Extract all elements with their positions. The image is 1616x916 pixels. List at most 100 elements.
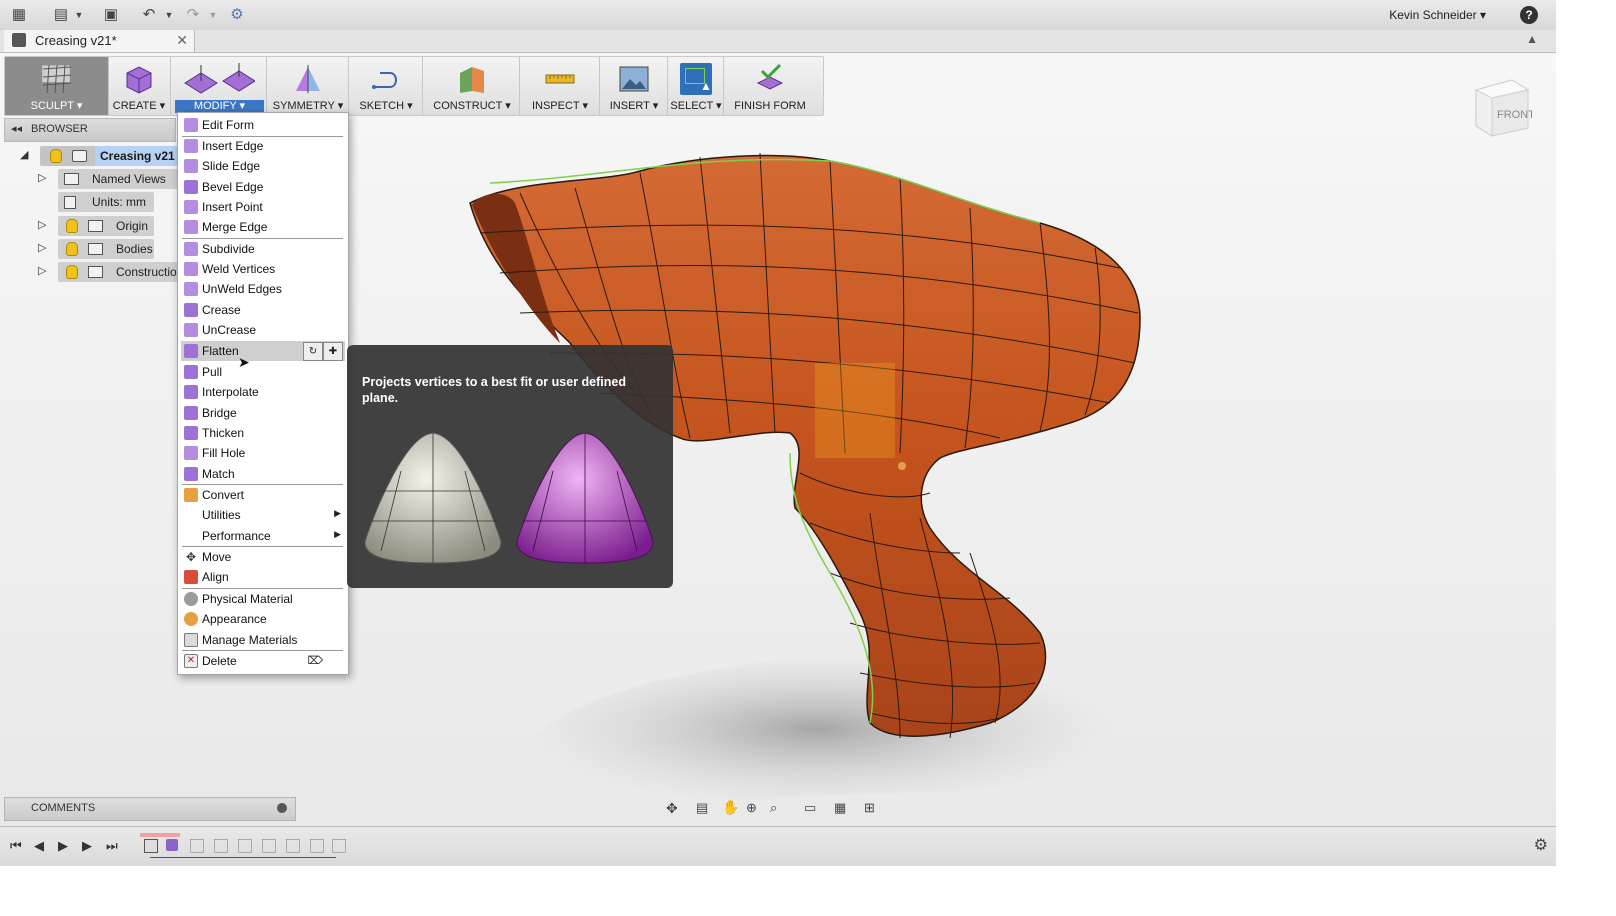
browser-panel-header[interactable]: ◂◂ BROWSER (4, 118, 176, 142)
repeat-command-icon[interactable]: ↻ (303, 342, 323, 361)
menu-item-delete[interactable]: ✕ Delete ⌦ (181, 651, 345, 671)
add-comment-icon[interactable] (277, 803, 287, 813)
menu-item-move[interactable]: ✥ Move (181, 547, 345, 567)
close-tab-icon[interactable]: ✕ (176, 32, 188, 49)
menu-item-insert-edge[interactable]: Insert Edge (181, 136, 345, 156)
timeline-bar: ⏮ ◀ ▶ ▶ ⏭ ⚙ (0, 826, 1556, 867)
orbit-icon[interactable]: ✥ (666, 800, 678, 817)
expand-icon[interactable]: ▷ (38, 171, 46, 184)
toolbar-pin-icon[interactable]: ✚ (323, 342, 343, 361)
undo-dropdown-icon[interactable]: ▼ (160, 6, 178, 24)
menu-item-slide-edge[interactable]: Slide Edge (181, 156, 345, 176)
menu-item-merge-edge[interactable]: Merge Edge (181, 217, 345, 237)
modify-menu-button[interactable]: MODIFY ▾ (173, 57, 267, 115)
step-forward-icon[interactable]: ▶ (82, 838, 92, 854)
timeline-feature-icon[interactable] (238, 839, 252, 853)
menu-item-thicken[interactable]: Thicken (181, 423, 345, 443)
finish-form-button[interactable]: FINISH FORM (727, 57, 813, 115)
menu-item-pull[interactable]: Pull (181, 362, 345, 382)
browser-item-named-views[interactable]: ▷ Named Views (38, 169, 178, 189)
browser-item-root[interactable]: ◢ Creasing v21 (20, 146, 196, 166)
browser-item-construction[interactable]: ▷ Constructio (38, 262, 178, 282)
look-at-icon[interactable]: ▤ (696, 800, 708, 816)
menu-item-physical-material[interactable]: Physical Material (181, 589, 345, 609)
bevel-edge-icon (184, 180, 198, 194)
timeline-settings-gear-icon[interactable]: ⚙ (1534, 835, 1548, 855)
view-cube[interactable]: FRONT (1470, 76, 1532, 138)
collapse-root-icon[interactable]: ◢ (20, 148, 28, 161)
expand-icon[interactable]: ▷ (38, 264, 46, 277)
sketch-menu-button[interactable]: SKETCH ▾ (350, 57, 423, 115)
go-to-start-icon[interactable]: ⏮ (10, 838, 22, 854)
browser-item-origin[interactable]: ▷ Origin (38, 216, 178, 236)
browser-item-units[interactable]: Units: mm (58, 192, 178, 212)
menu-item-subdivide[interactable]: Subdivide (181, 239, 345, 259)
insert-menu-button[interactable]: INSERT ▾ (601, 57, 668, 115)
menu-item-flatten[interactable]: Flatten ↻ ✚ (181, 341, 345, 361)
collapse-browser-icon[interactable]: ◂◂ (11, 122, 22, 135)
menu-item-bridge[interactable]: Bridge (181, 403, 345, 423)
collapse-icon[interactable]: ▲ (1526, 32, 1538, 46)
zoom-window-icon[interactable]: ⊕ (746, 800, 757, 816)
select-menu-button[interactable]: ▲ SELECT ▾ (669, 57, 724, 115)
undo-icon[interactable]: ↶ (140, 6, 158, 24)
create-menu-button[interactable]: CREATE ▾ (108, 57, 171, 115)
menu-item-unweld-edges[interactable]: UnWeld Edges (181, 279, 345, 299)
visibility-bulb-icon[interactable] (66, 219, 78, 233)
menu-item-appearance[interactable]: Appearance (181, 609, 345, 629)
go-to-end-icon[interactable]: ⏭ (106, 838, 118, 854)
sculpt-workspace-button[interactable]: SCULPT ▾ (5, 57, 109, 115)
step-back-icon[interactable]: ◀ (34, 838, 44, 854)
share-icon[interactable]: ⚙ (228, 6, 246, 24)
timeline-feature-icon[interactable] (310, 839, 324, 853)
menu-item-fill-hole[interactable]: Fill Hole (181, 443, 345, 463)
timeline-feature-icon[interactable] (144, 839, 158, 853)
menu-item-crease[interactable]: Crease (181, 300, 345, 320)
redo-icon[interactable]: ↷ (184, 6, 202, 24)
menu-item-weld-vertices[interactable]: Weld Vertices (181, 259, 345, 279)
timeline-feature-icon[interactable] (190, 839, 204, 853)
menu-item-edit-form[interactable]: Edit Form (181, 115, 345, 135)
menu-item-manage-materials[interactable]: Manage Materials (181, 630, 345, 650)
timeline-feature-icon[interactable] (332, 839, 346, 853)
menu-item-performance[interactable]: Performance ▶ (181, 526, 345, 546)
comments-label: COMMENTS (31, 802, 96, 814)
play-icon[interactable]: ▶ (58, 838, 68, 854)
redo-dropdown-icon[interactable]: ▼ (204, 6, 222, 24)
timeline-feature-icon[interactable] (286, 839, 300, 853)
file-icon[interactable]: ▤ (52, 6, 70, 24)
construct-menu-button[interactable]: CONSTRUCT ▾ (425, 57, 520, 115)
expand-icon[interactable]: ▷ (38, 241, 46, 254)
expand-icon[interactable]: ▷ (38, 218, 46, 231)
comments-panel-header[interactable]: COMMENTS (4, 797, 296, 821)
visibility-bulb-icon[interactable] (66, 265, 78, 279)
menu-item-bevel-edge[interactable]: Bevel Edge (181, 177, 345, 197)
timeline-feature-icon[interactable] (214, 839, 228, 853)
timeline-feature-icon[interactable] (166, 839, 178, 851)
visibility-bulb-icon[interactable] (50, 149, 62, 163)
visibility-bulb-icon[interactable] (66, 242, 78, 256)
grid-settings-icon[interactable]: ▦ (834, 800, 846, 816)
menu-item-match[interactable]: Match (181, 464, 345, 484)
inspect-menu-button[interactable]: INSPECT ▾ (521, 57, 600, 115)
menu-item-interpolate[interactable]: Interpolate (181, 382, 345, 402)
menu-item-insert-point[interactable]: Insert Point (181, 197, 345, 217)
fit-icon[interactable]: ⌕ (770, 800, 777, 816)
menu-item-uncrease[interactable]: UnCrease (181, 320, 345, 340)
display-settings-icon[interactable]: ▭ (804, 800, 816, 816)
viewports-icon[interactable]: ⊞ (864, 800, 875, 816)
menu-item-utilities[interactable]: Utilities ▶ (181, 505, 345, 525)
pan-icon[interactable]: ✋ (722, 799, 739, 816)
browser-item-bodies[interactable]: ▷ Bodies (38, 239, 178, 259)
menu-item-convert[interactable]: Convert (181, 485, 345, 505)
user-menu[interactable]: Kevin Schneider ▾ (1389, 8, 1486, 22)
timeline-feature-icon[interactable] (262, 839, 276, 853)
file-dropdown-icon[interactable]: ▼ (70, 6, 88, 24)
symmetry-menu-button[interactable]: SYMMETRY ▾ (268, 57, 349, 115)
save-icon[interactable]: ▣ (102, 6, 120, 24)
document-tab[interactable]: Creasing v21* ✕ (4, 30, 195, 52)
timeline-marker (140, 833, 180, 837)
menu-item-align[interactable]: Align (181, 567, 345, 587)
help-icon[interactable]: ? (1520, 6, 1538, 24)
app-grid-icon[interactable]: ▦ (10, 6, 28, 24)
